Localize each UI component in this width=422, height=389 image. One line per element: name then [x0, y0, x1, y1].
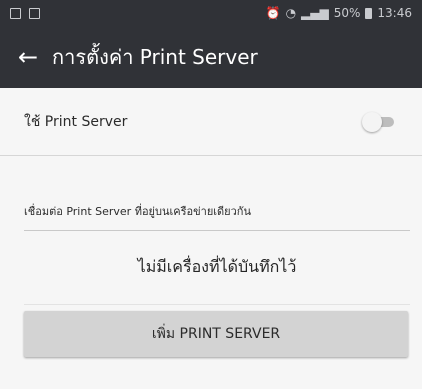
notification-icons [10, 7, 40, 19]
switch-thumb [362, 111, 382, 132]
page-title: การตั้งค่า Print Server [52, 45, 258, 69]
wifi-icon: ◔ [285, 6, 297, 20]
clock: 13:46 [377, 6, 412, 20]
status-bar: ⏰ ◔ ▂▄▆ 50% 13:46 [0, 0, 422, 26]
add-print-server-button[interactable]: เพิ่ม PRINT SERVER [24, 311, 408, 357]
section-label: เชื่อมต่อ Print Server ที่อยู่บนเครือข่า… [24, 202, 410, 231]
alarm-icon: ⏰ [265, 6, 281, 20]
empty-state-text: ไม่มีเครื่องที่ได้บันทึกไว้ [24, 255, 410, 305]
use-print-server-switch[interactable] [362, 111, 396, 132]
notification-icon [10, 7, 21, 19]
battery-icon [365, 7, 373, 19]
image-notification-icon [29, 7, 40, 19]
use-print-server-row[interactable]: ใช้ Print Server [0, 88, 422, 156]
arrow-left-icon[interactable]: ← [18, 45, 50, 69]
use-print-server-label: ใช้ Print Server [24, 113, 128, 130]
system-icons: ⏰ ◔ ▂▄▆ 50% 13:46 [266, 6, 412, 20]
battery-percent: 50% [333, 6, 361, 20]
app-bar: ← การตั้งค่า Print Server [0, 26, 422, 88]
signal-icon: ▂▄▆ [301, 6, 329, 20]
